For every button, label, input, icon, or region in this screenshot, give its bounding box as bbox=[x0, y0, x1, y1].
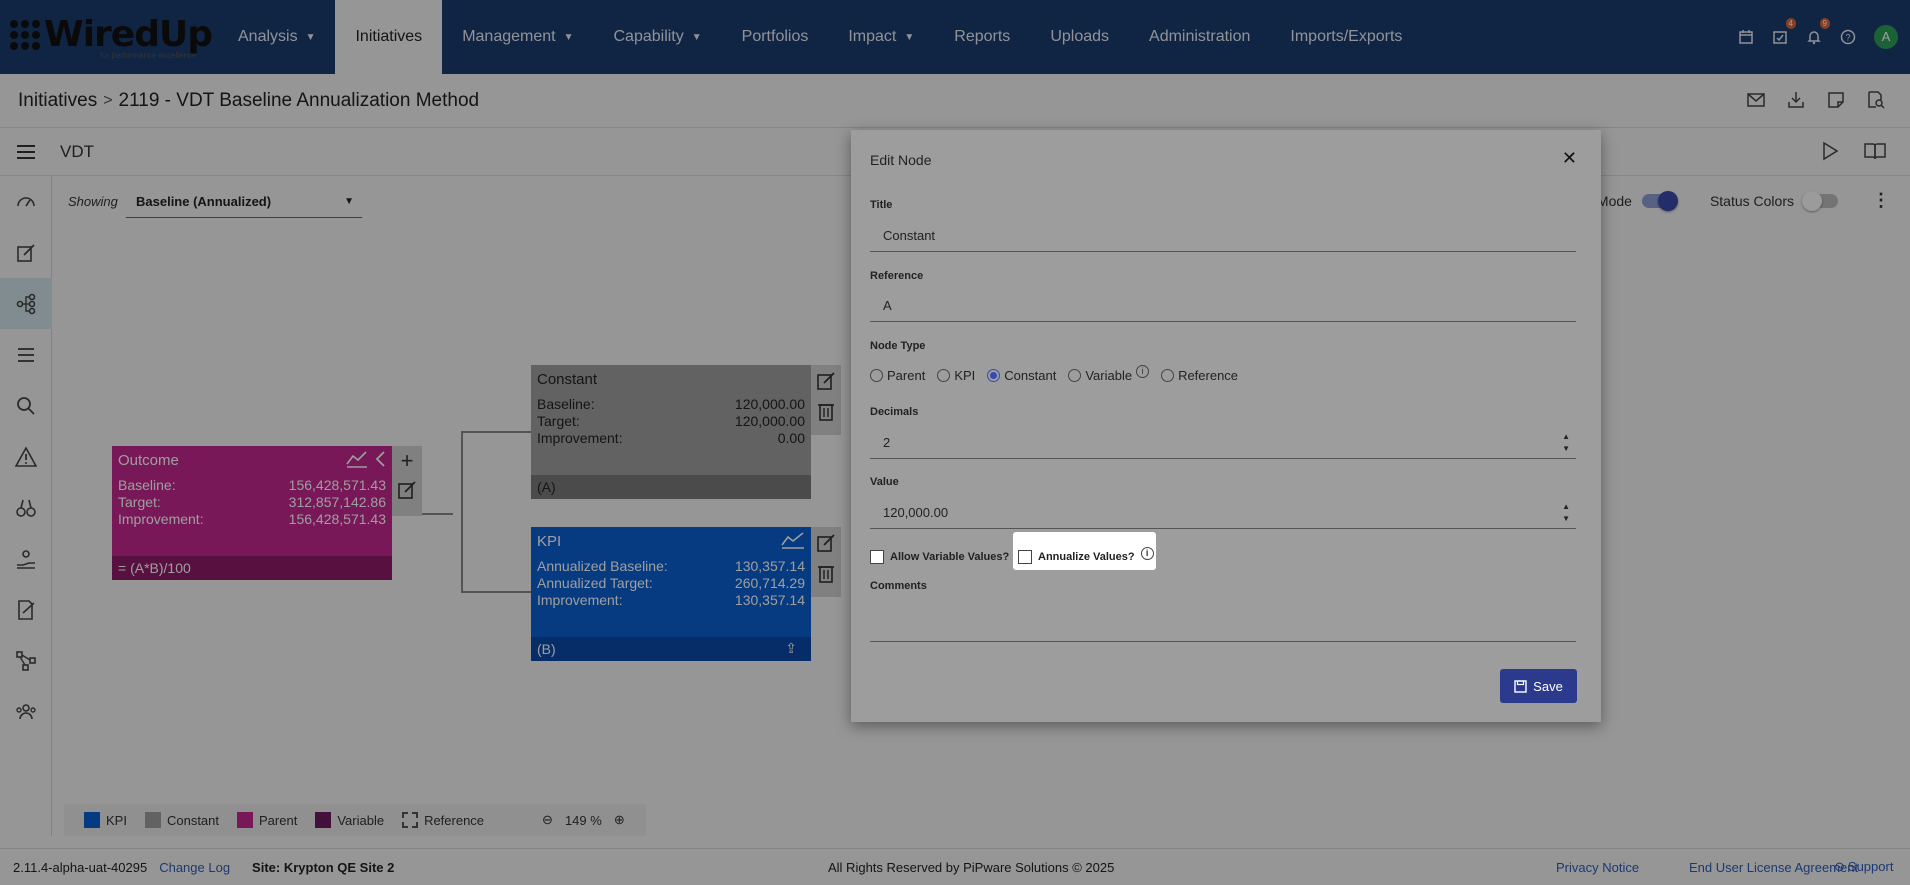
comments-label: Comments bbox=[870, 580, 927, 592]
save-icon bbox=[1514, 679, 1527, 693]
radio-dot bbox=[870, 369, 883, 382]
node-type-label: Node Type bbox=[870, 340, 926, 352]
checkbox-label: Allow Variable Values? bbox=[890, 551, 1010, 563]
annualize-checkbox[interactable]: Annualize Values? i bbox=[1018, 546, 1154, 564]
reference-label: Reference bbox=[870, 270, 924, 282]
radio-constant[interactable]: Constant bbox=[987, 368, 1056, 383]
radio-label: Constant bbox=[1004, 368, 1057, 383]
info-icon[interactable]: i bbox=[1136, 365, 1150, 378]
value-value: 120,000.00 bbox=[883, 505, 949, 520]
edit-node-modal: Edit Node ✕ Title Constant Reference A N… bbox=[851, 130, 1601, 722]
close-icon[interactable]: ✕ bbox=[1562, 148, 1577, 169]
radio-label: Reference bbox=[1178, 368, 1239, 383]
title-field[interactable]: Constant bbox=[870, 220, 1576, 252]
value-stepper[interactable]: 120,000.00 ▲ ▼ bbox=[870, 497, 1576, 529]
spinner-icon[interactable]: ▲ ▼ bbox=[1562, 431, 1570, 455]
radio-label: Parent bbox=[887, 368, 926, 383]
title-value: Constant bbox=[883, 228, 936, 243]
radio-kpi[interactable]: KPI bbox=[937, 368, 975, 383]
save-label: Save bbox=[1533, 678, 1563, 694]
modal-title: Edit Node bbox=[870, 152, 932, 168]
radio-variable[interactable]: Variable i bbox=[1068, 365, 1150, 383]
radio-parent[interactable]: Parent bbox=[870, 368, 925, 383]
radio-dot bbox=[1161, 369, 1175, 382]
radio-dot bbox=[987, 369, 1001, 382]
decimals-value: 2 bbox=[883, 435, 891, 450]
save-button[interactable]: Save bbox=[1500, 669, 1577, 703]
spinner-icon[interactable]: ▲ ▼ bbox=[1562, 501, 1570, 525]
decimals-label: Decimals bbox=[870, 406, 919, 418]
reference-field[interactable]: A bbox=[870, 290, 1576, 322]
value-label: Value bbox=[870, 476, 899, 488]
radio-label: Variable bbox=[1085, 368, 1133, 383]
radio-dot bbox=[937, 369, 951, 382]
info-icon[interactable]: i bbox=[1140, 546, 1154, 560]
checkbox[interactable] bbox=[870, 550, 884, 564]
decimals-stepper[interactable]: 2 ▲ ▼ bbox=[870, 427, 1576, 459]
title-label: Title bbox=[870, 199, 893, 211]
node-type-radios: Parent KPI Constant Variable i Reference bbox=[870, 365, 1238, 383]
radio-reference[interactable]: Reference bbox=[1161, 368, 1238, 383]
radio-dot bbox=[1068, 369, 1082, 382]
checkbox-label: Annualize Values? bbox=[1038, 551, 1135, 563]
radio-label: KPI bbox=[954, 368, 976, 383]
checkbox[interactable] bbox=[1018, 550, 1032, 564]
reference-value: A bbox=[883, 298, 892, 313]
allow-variable-checkbox[interactable]: Allow Variable Values? bbox=[870, 550, 1009, 564]
comments-field[interactable] bbox=[870, 600, 1576, 642]
